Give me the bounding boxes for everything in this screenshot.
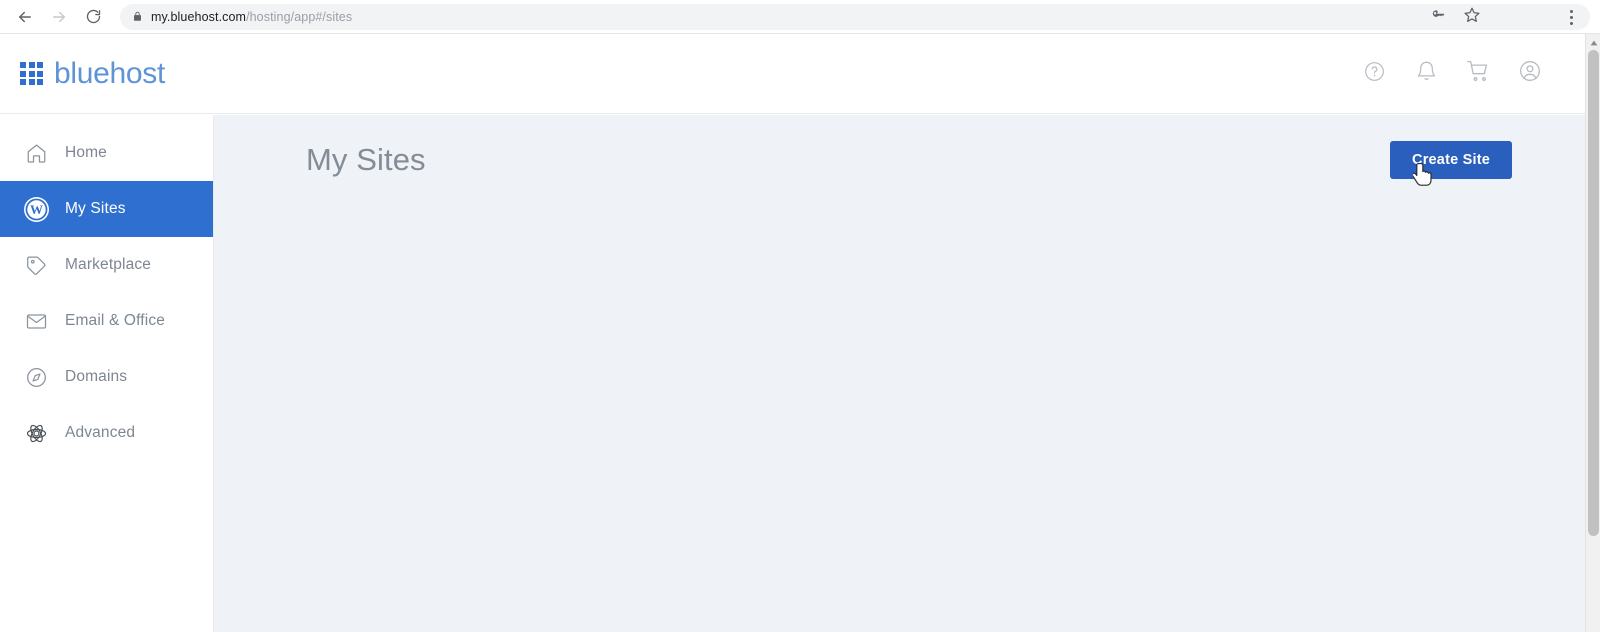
reload-icon (85, 8, 102, 25)
sidebar-item-advanced[interactable]: Advanced (0, 405, 213, 461)
browser-forward-button[interactable] (42, 0, 76, 34)
sidebar-item-my-sites[interactable]: W My Sites (0, 181, 213, 237)
password-manager-button[interactable] (1428, 7, 1448, 27)
sidebar-item-marketplace[interactable]: Marketplace (0, 237, 213, 293)
main-content: My Sites Create Site (214, 115, 1600, 632)
sidebar-label-domains: Domains (65, 368, 128, 385)
account-icon (1518, 59, 1542, 88)
sidebar-label-my-sites: My Sites (65, 200, 126, 217)
url-text: my.bluehost.com/hosting/app#/sites (151, 10, 352, 24)
help-icon (1363, 60, 1386, 88)
sidebar-label-advanced: Advanced (65, 424, 136, 441)
sidebar-label-home: Home (65, 144, 107, 161)
cart-button[interactable] (1466, 59, 1490, 88)
svg-text:W: W (29, 201, 42, 216)
envelope-icon (23, 308, 49, 334)
atom-icon (23, 420, 49, 446)
sidebar: Home W My Sites Marketplace Email & Offi… (0, 115, 214, 632)
omnibox-actions (1428, 0, 1482, 34)
header-actions (1362, 59, 1542, 88)
arrow-left-icon (16, 8, 34, 26)
account-button[interactable] (1518, 59, 1542, 88)
bluehost-logo[interactable]: bluehost (20, 57, 165, 91)
content-header: My Sites Create Site (306, 137, 1512, 183)
browser-toolbar: my.bluehost.com/hosting/app#/sites (0, 0, 1600, 34)
home-icon (23, 140, 49, 166)
help-button[interactable] (1362, 60, 1386, 88)
sidebar-label-email-office: Email & Office (65, 312, 166, 329)
wordpress-badge: W (23, 196, 49, 222)
scrollbar-thumb[interactable] (1588, 50, 1599, 536)
sidebar-item-home[interactable]: Home (0, 125, 213, 181)
url-path: /hosting/app#/sites (246, 9, 353, 24)
key-icon (1430, 6, 1447, 28)
browser-back-button[interactable] (8, 0, 42, 34)
url-host: my.bluehost.com (151, 9, 247, 24)
sidebar-item-domains[interactable]: Domains (0, 349, 213, 405)
address-bar[interactable]: my.bluehost.com/hosting/app#/sites (120, 3, 1590, 30)
bell-icon (1415, 60, 1438, 88)
page-title: My Sites (306, 142, 426, 177)
wordpress-icon: W (23, 196, 49, 222)
app-body: Home W My Sites Marketplace Email & Offi… (0, 115, 1600, 632)
browser-menu-button[interactable] (1558, 0, 1584, 34)
scrollbar-up-arrow[interactable] (1586, 36, 1600, 50)
create-site-button[interactable]: Create Site (1390, 141, 1512, 179)
compass-icon (23, 364, 49, 390)
browser-reload-button[interactable] (76, 0, 110, 34)
brand-name: bluehost (54, 56, 166, 90)
notifications-button[interactable] (1414, 60, 1438, 88)
star-icon (1463, 6, 1481, 29)
cart-icon (1466, 59, 1490, 88)
arrow-right-icon (50, 8, 68, 26)
grid-logo-icon (20, 62, 43, 85)
three-dot-menu-icon (1569, 9, 1573, 25)
sidebar-label-marketplace: Marketplace (65, 256, 152, 273)
app-header: bluehost (0, 34, 1600, 114)
vertical-scrollbar[interactable] (1585, 34, 1600, 632)
tag-icon (23, 252, 49, 278)
sidebar-item-email-office[interactable]: Email & Office (0, 293, 213, 349)
lock-icon (132, 10, 143, 23)
bookmark-button[interactable] (1462, 7, 1482, 27)
